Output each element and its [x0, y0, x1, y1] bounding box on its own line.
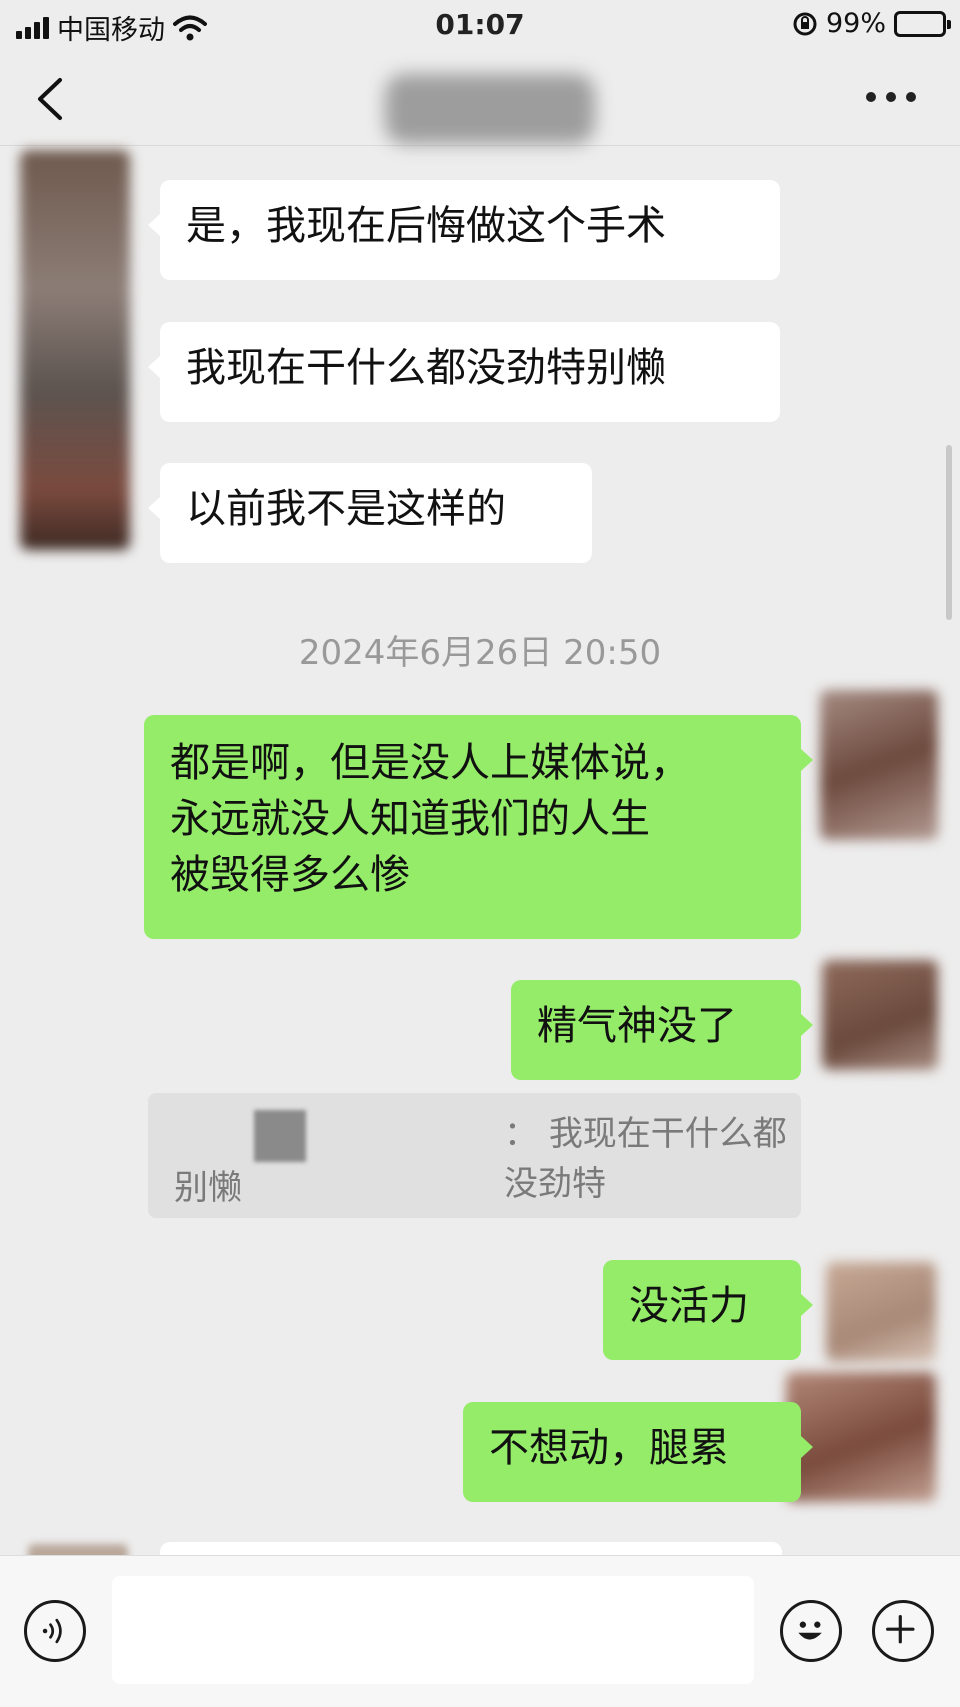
message-input[interactable] [112, 1576, 754, 1684]
message-text: 没活力 [629, 1283, 749, 1329]
battery-icon [894, 10, 951, 37]
message-text-line: 被毁得多么惨 [170, 852, 410, 898]
message-bubble-outgoing[interactable]: 没活力 [603, 1260, 813, 1360]
message-bubble-outgoing[interactable]: 不想动，腿累 [463, 1402, 813, 1502]
message-bubble-outgoing[interactable]: 都是啊，但是没人上媒体说， 永远就没人知道我们的人生 被毁得多么惨 [144, 715, 813, 939]
voice-icon[interactable] [24, 1600, 86, 1662]
quote-text-line1: ： 我现在干什么都没劲特 [504, 1114, 787, 1204]
message-text: 以前我不是这样的 [186, 486, 506, 532]
chat-timestamp: 2024年6月26日 20:50 [298, 633, 662, 673]
blurred-contact-name [385, 74, 595, 144]
battery-percent: 99% [825, 8, 886, 39]
quoted-message[interactable]: ： 我现在干什么都没劲特 别懒 [148, 1093, 801, 1218]
message-bubble-incoming[interactable]: 我现在干什么都没劲特别懒 [148, 322, 780, 422]
message-bubble-incoming[interactable]: 是，我现在后悔做这个手术 [148, 180, 780, 280]
message-text: 是，我现在后悔做这个手术 [186, 203, 666, 249]
emoji-icon[interactable] [780, 1600, 842, 1662]
status-right: 99% [792, 8, 951, 39]
input-bar [0, 1555, 960, 1707]
message-bubble-outgoing[interactable]: 精气神没了 [511, 980, 813, 1080]
self-avatar[interactable] [820, 690, 938, 840]
message-bubble-incoming[interactable]: 以前我不是这样的 [148, 463, 592, 563]
self-avatar[interactable] [822, 960, 938, 1070]
quote-text-line2: 别懒 [174, 1168, 242, 1208]
message-text-line: 都是啊，但是没人上媒体说， [170, 740, 690, 786]
chat-header [0, 52, 960, 146]
rotation-lock-icon [793, 12, 817, 35]
contact-avatar[interactable] [20, 150, 130, 550]
plus-icon[interactable] [872, 1600, 934, 1662]
scrollbar[interactable] [946, 445, 952, 620]
back-chevron-icon[interactable] [30, 74, 76, 124]
status-bar: 中国移动 01:07 99% [0, 0, 960, 50]
message-text: 我现在干什么都没劲特别懒 [186, 345, 666, 391]
self-avatar[interactable] [826, 1262, 936, 1362]
message-text: 精气神没了 [537, 1003, 737, 1049]
more-dots-icon[interactable] [866, 92, 916, 102]
message-text-line: 永远就没人知道我们的人生 [170, 796, 650, 842]
message-text: 不想动，腿累 [489, 1425, 729, 1471]
blurred-quoted-sender [254, 1109, 306, 1162]
